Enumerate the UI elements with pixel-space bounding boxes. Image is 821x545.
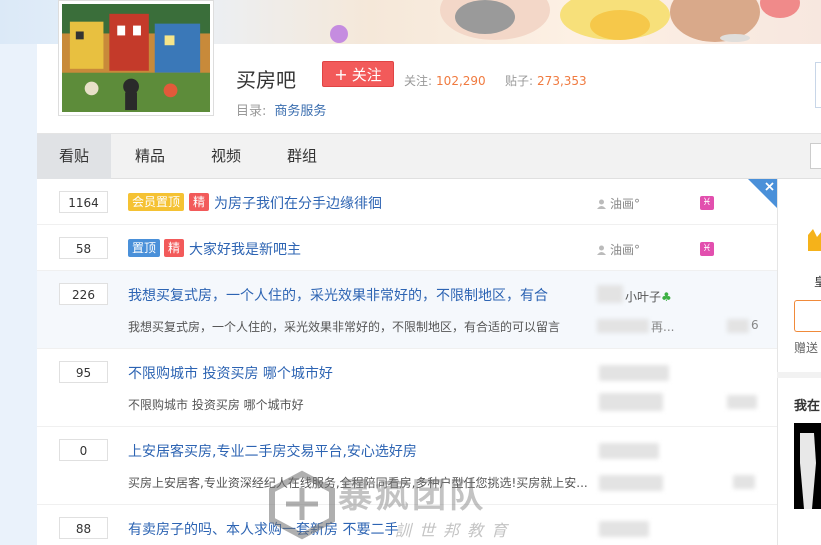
featured-badge: 精 bbox=[189, 193, 210, 211]
thread-title[interactable]: 不限购城市 投资买房 哪个城市好 bbox=[128, 363, 333, 383]
thread-title[interactable]: 我想买复式房，一个人住的，采光效果非常好的，不限制地区，有合 bbox=[128, 285, 548, 305]
tab-groups[interactable]: 群组 bbox=[271, 134, 333, 179]
author-name-blurred bbox=[599, 443, 659, 459]
directory-label: 目录: bbox=[236, 104, 267, 119]
reply-time: 6 bbox=[751, 318, 759, 332]
directory-link[interactable]: 商务服务 bbox=[274, 104, 326, 119]
thread-title[interactable]: 大家好我是新吧主 bbox=[189, 239, 301, 259]
thread-excerpt: 不限购城市 投资买房 哪个城市好 bbox=[128, 398, 304, 412]
thread-row[interactable]: 58 置顶 精 大家好我是新吧主 油画° ♓ bbox=[37, 225, 777, 271]
plus-icon: + bbox=[334, 64, 348, 84]
sign-in-button[interactable] bbox=[815, 62, 821, 108]
tab-featured[interactable]: 精品 bbox=[119, 134, 181, 179]
thread-author[interactable]: 油画° bbox=[597, 241, 640, 258]
vip-sticky-badge: 会员置顶 bbox=[128, 193, 185, 211]
sidebar-member-label: 皇 bbox=[814, 275, 821, 289]
watermark-text: 暴疯团队 bbox=[338, 476, 486, 516]
reply-count: 88 bbox=[59, 517, 108, 539]
author-name-blurred bbox=[599, 521, 649, 537]
person-icon bbox=[597, 199, 606, 209]
thread-excerpt: 我想买复式房，一个人住的，采光效果非常好的，不限制地区，有合适的可以留言 bbox=[128, 320, 561, 334]
post-count-label: 贴子: bbox=[505, 74, 534, 88]
clover-icon: ♣ bbox=[661, 290, 672, 304]
forum-avatar-image bbox=[62, 4, 210, 112]
person-icon bbox=[597, 245, 606, 255]
pisces-icon: ♓ bbox=[700, 196, 714, 210]
search-input[interactable] bbox=[810, 143, 821, 169]
thread-author[interactable]: 小叶子♣ bbox=[625, 288, 672, 305]
reply-author[interactable]: 再... bbox=[651, 318, 674, 335]
thread-title[interactable]: 上安居客买房,专业二手房交易平台,安心选好房 bbox=[128, 441, 417, 461]
follow-count-value: 102,290 bbox=[436, 74, 486, 88]
sidebar-gift-label: 赠送 bbox=[794, 341, 819, 355]
sidebar-thumbnail[interactable] bbox=[794, 423, 821, 509]
sidebar-action-button[interactable] bbox=[794, 300, 821, 332]
follow-button[interactable]: + 关注 bbox=[322, 61, 394, 87]
reply-time-blurred bbox=[727, 395, 757, 409]
reply-count: 0 bbox=[59, 439, 108, 461]
pisces-icon: ♓ bbox=[700, 242, 714, 256]
thread-title[interactable]: 有卖房子的吗、本人求购一套新房 不要二手 bbox=[128, 519, 398, 539]
close-corner-icon[interactable] bbox=[748, 179, 777, 208]
tab-videos[interactable]: 视频 bbox=[195, 134, 257, 179]
post-count: 贴子: 273,353 bbox=[505, 72, 587, 89]
reply-author-blurred bbox=[597, 319, 649, 333]
reply-count: 95 bbox=[59, 361, 108, 383]
sticky-badge: 置顶 bbox=[128, 239, 161, 257]
post-count-value: 273,353 bbox=[537, 74, 587, 88]
forum-tabs: 看贴 精品 视频 群组 bbox=[37, 133, 821, 179]
reply-count: 1164 bbox=[59, 191, 108, 213]
sidebar-divider bbox=[777, 372, 821, 378]
thread-title[interactable]: 为房子我们在分手边缘徘徊 bbox=[214, 193, 382, 213]
reply-count: 58 bbox=[59, 237, 108, 259]
author-name: 油画° bbox=[610, 197, 641, 211]
follow-button-label: 关注 bbox=[351, 65, 382, 84]
crown-icon bbox=[808, 229, 821, 251]
forum-name: 买房吧 bbox=[236, 68, 296, 92]
forum-avatar[interactable] bbox=[58, 0, 214, 116]
author-name: 油画° bbox=[610, 243, 641, 257]
author-name: 小叶子 bbox=[625, 290, 662, 304]
right-sidebar: 皇 赠送 我在 bbox=[777, 179, 821, 545]
thread-row[interactable]: 1164 会员置顶 精 为房子我们在分手边缘徘徊 油画° ♓ bbox=[37, 179, 777, 225]
thread-row[interactable]: 95 不限购城市 投资买房 哪个城市好 不限购城市 投资买房 哪个城市好 bbox=[37, 349, 777, 427]
reply-time-blurred bbox=[727, 319, 749, 333]
thread-author[interactable]: 油画° bbox=[597, 195, 640, 212]
author-name-blurred bbox=[599, 365, 669, 381]
reply-author-blurred bbox=[599, 475, 663, 491]
sidebar-heading: 我在 bbox=[794, 399, 821, 414]
follow-count: 关注: 102,290 bbox=[404, 72, 486, 89]
thread-row[interactable]: 226 我想买复式房，一个人住的，采光效果非常好的，不限制地区，有合 我想买复式… bbox=[37, 271, 777, 349]
figure-image bbox=[800, 433, 816, 509]
featured-badge: 精 bbox=[164, 239, 185, 257]
author-avatar-blurred bbox=[597, 285, 623, 303]
forum-directory: 目录: 商务服务 bbox=[236, 100, 326, 119]
reply-count: 226 bbox=[59, 283, 108, 305]
follow-count-label: 关注: bbox=[404, 74, 433, 88]
reply-author-blurred bbox=[599, 393, 663, 411]
tab-posts[interactable]: 看贴 bbox=[37, 134, 111, 179]
watermark-subtext: 訓世邦教育 bbox=[395, 521, 516, 540]
reply-time-blurred bbox=[733, 475, 755, 489]
